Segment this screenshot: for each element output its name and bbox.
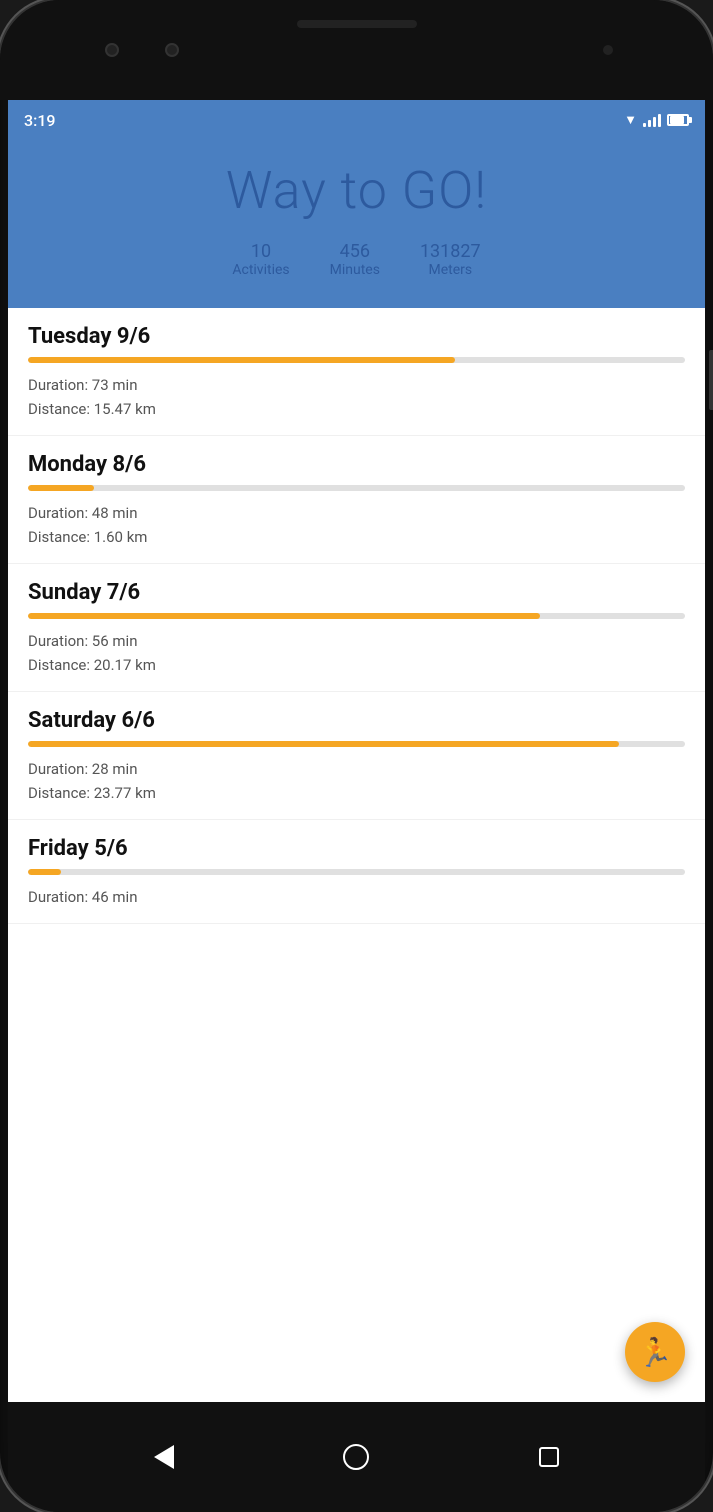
activity-day: Monday 8/6: [28, 452, 685, 477]
progress-fill: [28, 357, 455, 363]
activity-item[interactable]: Monday 8/6 Duration: 48 min Distance: 1.…: [8, 436, 705, 564]
activity-item[interactable]: Sunday 7/6 Duration: 56 min Distance: 20…: [8, 564, 705, 692]
activity-day: Tuesday 9/6: [28, 324, 685, 349]
activity-distance: Distance: 20.17 km: [28, 653, 685, 677]
back-icon: [154, 1445, 174, 1469]
stat-minutes: 456 Minutes: [330, 241, 380, 278]
app-title: Way to GO!: [28, 160, 685, 221]
stat-minutes-label: Minutes: [330, 262, 380, 278]
recents-button[interactable]: [529, 1437, 569, 1477]
progress-bar: [28, 357, 685, 363]
progress-bar: [28, 613, 685, 619]
progress-fill: [28, 613, 540, 619]
recents-icon: [539, 1447, 559, 1467]
camera-left: [105, 43, 119, 57]
activity-duration: Duration: 73 min: [28, 373, 685, 397]
camera-right: [165, 43, 179, 57]
progress-fill: [28, 869, 61, 875]
sensor: [603, 45, 613, 55]
activity-item[interactable]: Saturday 6/6 Duration: 28 min Distance: …: [8, 692, 705, 820]
activity-day: Saturday 6/6: [28, 708, 685, 733]
phone-bottom-nav: [8, 1402, 705, 1512]
stat-meters-value: 131827: [420, 241, 481, 262]
status-bar: 3:19 ▼: [8, 100, 705, 140]
back-button[interactable]: [144, 1437, 184, 1477]
status-icons: ▼: [624, 112, 689, 128]
stat-activities-label: Activities: [232, 262, 289, 278]
activity-distance: Distance: 23.77 km: [28, 781, 685, 805]
progress-bar: [28, 869, 685, 875]
activity-duration: Duration: 46 min: [28, 885, 685, 909]
activity-duration: Duration: 28 min: [28, 757, 685, 781]
stats-row: 10 Activities 456 Minutes 131827 Meters: [28, 241, 685, 278]
activity-list: Tuesday 9/6 Duration: 73 min Distance: 1…: [8, 308, 705, 1402]
battery-icon: [667, 114, 689, 126]
progress-fill: [28, 485, 94, 491]
status-time: 3:19: [24, 111, 56, 130]
stat-meters: 131827 Meters: [420, 241, 481, 278]
home-button[interactable]: [336, 1437, 376, 1477]
home-icon: [343, 1444, 369, 1470]
power-button: [709, 350, 713, 410]
activity-distance: Distance: 15.47 km: [28, 397, 685, 421]
progress-fill: [28, 741, 619, 747]
phone-top: [0, 0, 713, 100]
activity-duration: Duration: 56 min: [28, 629, 685, 653]
phone-frame: 3:19 ▼: [0, 0, 713, 1512]
activity-duration: Duration: 48 min: [28, 501, 685, 525]
stat-minutes-value: 456: [340, 241, 370, 262]
stat-activities-value: 10: [251, 241, 271, 262]
screen-content: 3:19 ▼: [8, 100, 705, 1402]
activity-item[interactable]: Friday 5/6 Duration: 46 min: [8, 820, 705, 924]
signal-icon: [643, 113, 661, 127]
battery-fill: [670, 116, 684, 124]
stat-meters-label: Meters: [428, 262, 472, 278]
progress-bar: [28, 741, 685, 747]
activity-item[interactable]: Tuesday 9/6 Duration: 73 min Distance: 1…: [8, 308, 705, 436]
runner-icon: 🏃: [638, 1336, 673, 1369]
activity-distance: Distance: 1.60 km: [28, 525, 685, 549]
screen: 3:19 ▼: [8, 100, 705, 1402]
activity-day: Friday 5/6: [28, 836, 685, 861]
wifi-icon: ▼: [624, 112, 637, 128]
header-banner: Way to GO! 10 Activities 456 Minutes 131…: [8, 140, 705, 308]
activity-day: Sunday 7/6: [28, 580, 685, 605]
progress-bar: [28, 485, 685, 491]
stat-activities: 10 Activities: [232, 241, 289, 278]
add-activity-button[interactable]: 🏃: [625, 1322, 685, 1382]
speaker: [297, 20, 417, 28]
